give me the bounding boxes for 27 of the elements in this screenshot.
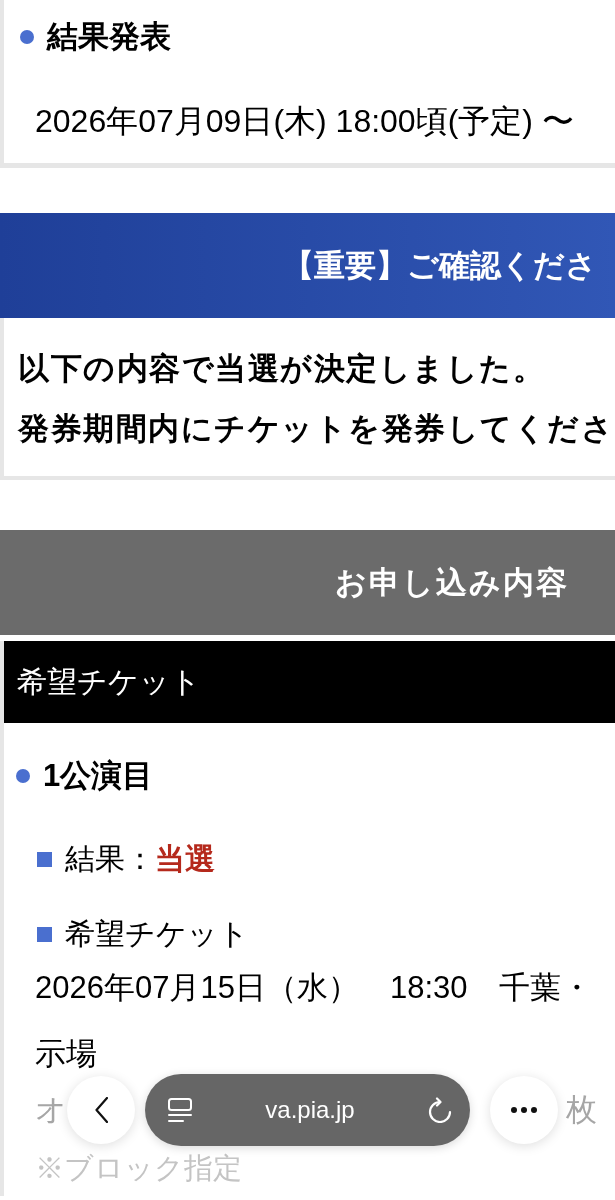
section-heading: 結果発表: [47, 18, 171, 55]
refresh-icon[interactable]: [428, 1097, 452, 1123]
section-header-title: お申し込み内容: [335, 563, 569, 602]
chevron-left-icon: [94, 1097, 108, 1123]
square-bullet-icon: [37, 926, 52, 942]
square-bullet-icon: [37, 851, 52, 867]
field-label: 結果：: [65, 841, 155, 877]
ticket-detail-text: 示場: [35, 1036, 97, 1071]
result-value: 当選: [155, 841, 215, 877]
ticket-detail-text: 2026年07月15日（水） 18:30 千葉・: [35, 970, 592, 1005]
ticket-line-fragment: オ: [35, 1091, 67, 1129]
block-note-text: ※ブロック指定: [35, 1152, 242, 1184]
address-bar[interactable]: va.pia.jp: [145, 1074, 470, 1146]
bullet-icon: [16, 768, 30, 783]
field-label: 希望チケット: [65, 916, 249, 952]
notice-text: 発券期間内にチケットを発券してくださ: [18, 411, 614, 446]
datetime-text: 2026年07月09日(木) 18:00頃(予定) 〜: [35, 103, 574, 139]
url-text: va.pia.jp: [265, 1095, 355, 1125]
page-lines-icon[interactable]: [168, 1098, 192, 1122]
more-button[interactable]: [490, 1076, 558, 1144]
performance-heading: 1公演目: [43, 757, 154, 794]
more-icon: [511, 1107, 537, 1113]
ticket-header-title: 希望チケット: [17, 664, 201, 700]
notice-text: 以下の内容で当選が決定しました。: [18, 351, 545, 386]
bullet-icon: [20, 29, 34, 44]
banner-title: 【重要】ご確認くださ: [283, 246, 597, 285]
ticket-line-fragment: 枚: [566, 1091, 597, 1129]
